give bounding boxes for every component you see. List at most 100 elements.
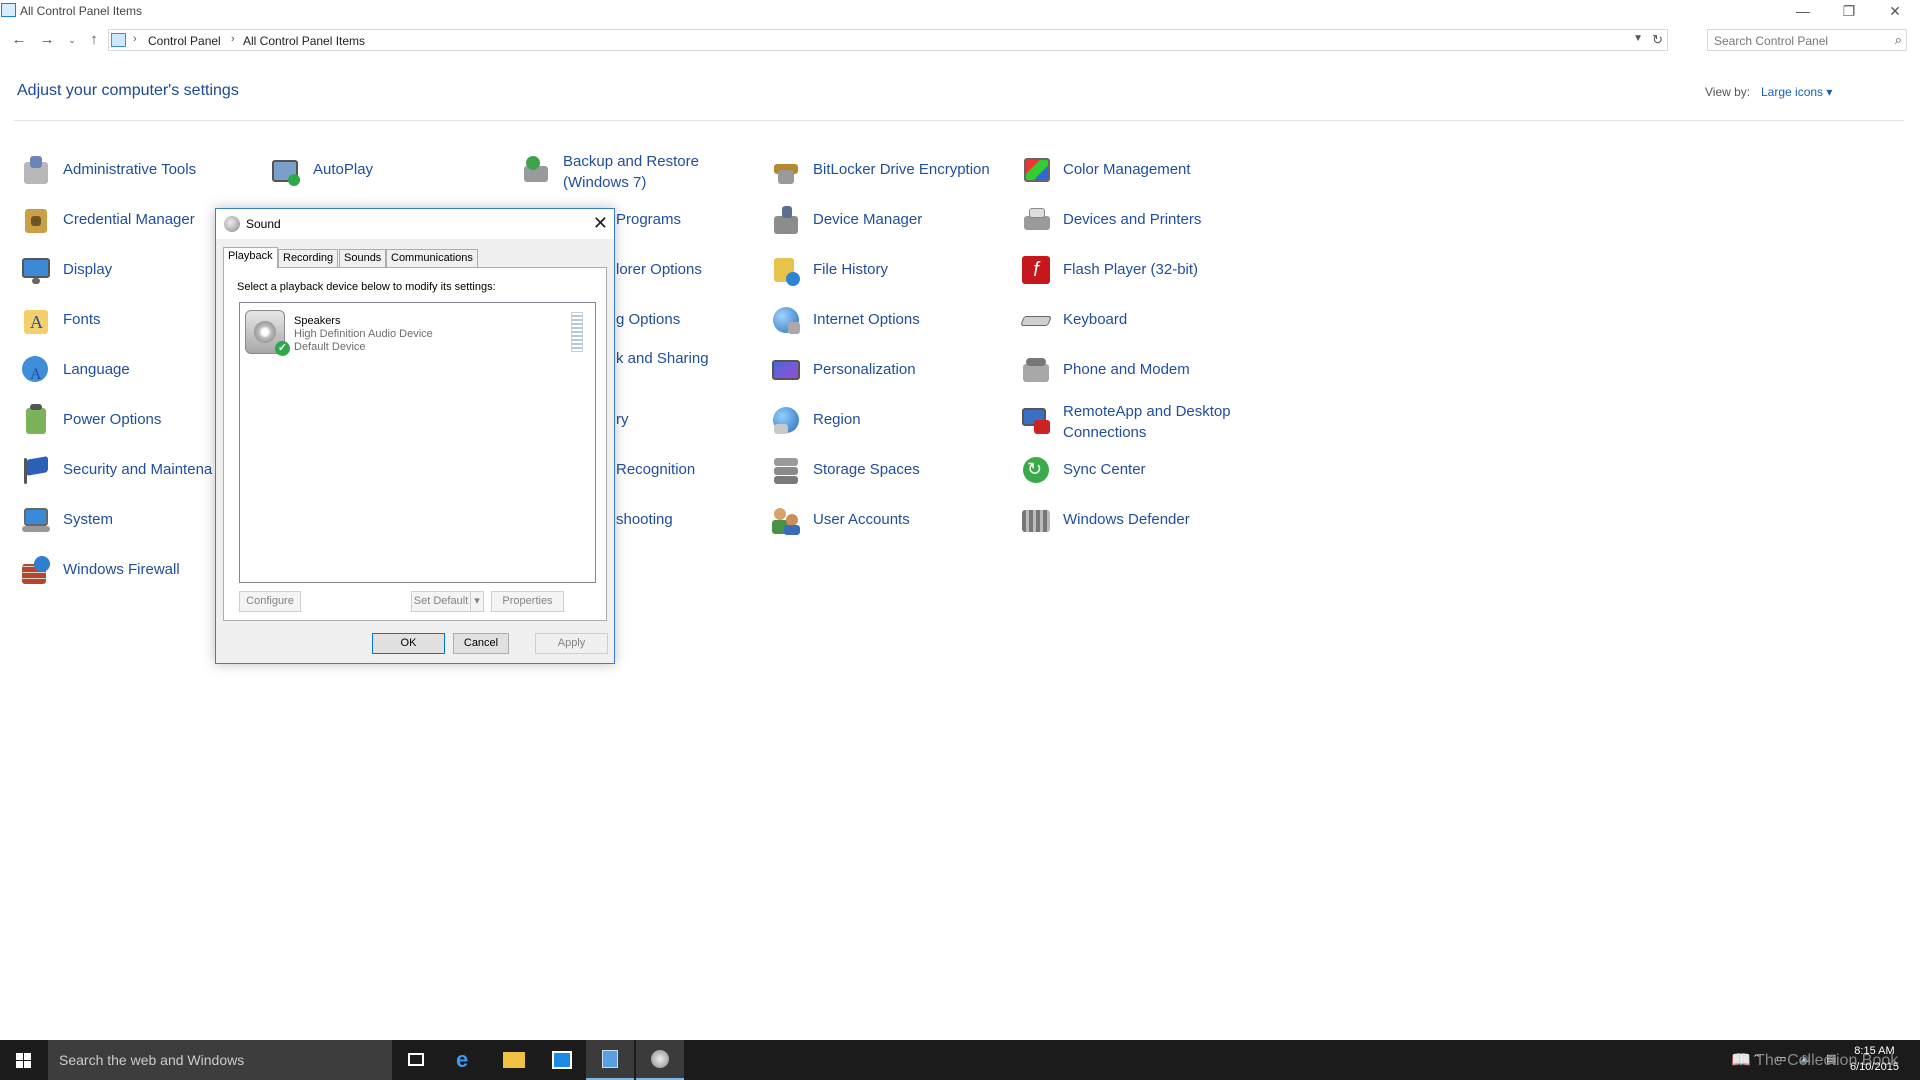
item-label: Backup and Restore (Windows 7) bbox=[563, 153, 699, 191]
chevron-right-icon: › bbox=[133, 33, 137, 45]
dialog-title-bar[interactable]: Sound ✕ bbox=[216, 209, 614, 239]
store-icon[interactable] bbox=[538, 1040, 586, 1080]
item-phone-modem[interactable]: Phone and Modem bbox=[1020, 350, 1265, 398]
address-bar[interactable]: › Control Panel › All Control Panel Item… bbox=[108, 29, 1668, 51]
windows-defender-icon bbox=[1020, 504, 1052, 536]
item-label: Credential Manager bbox=[63, 211, 195, 228]
item-administrative-tools[interactable]: Administrative Tools bbox=[20, 150, 265, 198]
forward-button[interactable]: → bbox=[37, 30, 57, 50]
file-explorer-icon[interactable] bbox=[490, 1040, 538, 1080]
clock-time: 8:15 AM bbox=[1854, 1045, 1895, 1057]
dialog-title: Sound bbox=[246, 217, 281, 231]
start-button[interactable] bbox=[0, 1040, 48, 1080]
item-backup-restore[interactable]: Backup and Restore (Windows 7) bbox=[520, 150, 765, 198]
breadcrumb-control-panel[interactable]: Control Panel bbox=[148, 34, 221, 48]
view-by-value: Large icons bbox=[1761, 85, 1824, 99]
apply-button[interactable]: Apply bbox=[535, 633, 608, 654]
file-history-icon bbox=[770, 254, 802, 286]
default-check-icon: ✓ bbox=[275, 341, 290, 356]
item-color-management[interactable]: Color Management bbox=[1020, 150, 1265, 198]
control-panel-taskbar-icon[interactable] bbox=[586, 1040, 634, 1080]
cancel-button[interactable]: Cancel bbox=[453, 633, 509, 654]
close-button[interactable]: ✕ bbox=[1872, 0, 1918, 22]
sync-center-icon: ↻ bbox=[1020, 454, 1052, 486]
item-windows-defender[interactable]: Windows Defender bbox=[1020, 500, 1265, 548]
item-autoplay[interactable]: AutoPlay bbox=[270, 150, 515, 198]
device-manager-icon bbox=[770, 204, 802, 236]
item-keyboard[interactable]: Keyboard bbox=[1020, 300, 1265, 348]
taskbar: Search the web and Windows e ⌃ ▭ 🔈 ▤ 📖 T… bbox=[0, 1040, 1920, 1080]
keyboard-icon bbox=[1020, 304, 1052, 336]
set-default-dropdown-icon[interactable]: ▾ bbox=[470, 591, 484, 612]
up-button[interactable]: ↑ bbox=[84, 30, 104, 50]
item-label: Flash Player (32-bit) bbox=[1063, 261, 1199, 278]
clock[interactable]: 8:15 AM 6/10/2015 bbox=[1850, 1043, 1899, 1075]
item-file-history[interactable]: File History bbox=[770, 250, 1015, 298]
ok-button[interactable]: OK bbox=[372, 633, 445, 654]
chevron-right-icon: › bbox=[231, 33, 235, 45]
divider bbox=[14, 120, 1904, 121]
item-label: Programs bbox=[616, 211, 682, 228]
back-button[interactable]: ← bbox=[9, 30, 29, 50]
user-accounts-icon bbox=[770, 504, 802, 536]
item-remoteapp[interactable]: RemoteApp and Desktop Connections bbox=[1020, 400, 1265, 448]
clock-date: 6/10/2015 bbox=[1850, 1061, 1899, 1073]
item-sync-center[interactable]: ↻ Sync Center bbox=[1020, 450, 1265, 498]
item-label: Power Options bbox=[63, 411, 162, 428]
device-list[interactable]: ✓ Speakers High Definition Audio Device … bbox=[239, 302, 596, 583]
configure-button[interactable]: Configure bbox=[239, 591, 301, 612]
tab-communications[interactable]: Communications bbox=[386, 249, 478, 267]
navigation-bar: ← → ⌄ ↑ › Control Panel › All Control Pa… bbox=[0, 28, 1920, 54]
chevron-down-icon[interactable]: ▼ bbox=[1633, 33, 1643, 44]
item-label: File History bbox=[813, 261, 889, 278]
taskbar-search-placeholder: Search the web and Windows bbox=[59, 1052, 245, 1068]
page-title: Adjust your computer's settings bbox=[17, 82, 239, 99]
set-default-button[interactable]: Set Default bbox=[411, 591, 471, 612]
view-by-dropdown[interactable]: Large icons ▾ bbox=[1761, 85, 1832, 99]
item-region[interactable]: Region bbox=[770, 400, 1015, 448]
edge-icon[interactable]: e bbox=[442, 1040, 490, 1080]
tab-recording[interactable]: Recording bbox=[278, 249, 339, 267]
item-personalization[interactable]: Personalization bbox=[770, 350, 1015, 398]
device-description: High Definition Audio Device bbox=[294, 328, 433, 340]
window-title: All Control Panel Items bbox=[20, 4, 143, 18]
item-bitlocker[interactable]: BitLocker Drive Encryption bbox=[770, 150, 1015, 198]
item-flash-player[interactable]: f Flash Player (32-bit) bbox=[1020, 250, 1265, 298]
item-label: AutoPlay bbox=[313, 161, 374, 178]
item-internet-options[interactable]: Internet Options bbox=[770, 300, 1015, 348]
instruction-text: Select a playback device below to modify… bbox=[237, 281, 496, 293]
power-options-icon bbox=[20, 404, 52, 436]
restore-button[interactable]: ❐ bbox=[1826, 0, 1872, 22]
view-by-label: View by: bbox=[1705, 85, 1751, 99]
item-label: Color Management bbox=[1063, 161, 1191, 178]
item-device-manager[interactable]: Device Manager bbox=[770, 200, 1015, 248]
personalization-icon bbox=[770, 354, 802, 386]
list-item[interactable]: ✓ Speakers High Definition Audio Device … bbox=[242, 305, 593, 357]
bitlocker-key-icon bbox=[770, 154, 802, 186]
tab-sounds[interactable]: Sounds bbox=[339, 249, 387, 267]
item-devices-printers[interactable]: Devices and Printers bbox=[1020, 200, 1265, 248]
recent-locations-icon[interactable]: ⌄ bbox=[62, 30, 82, 50]
breadcrumb-all-items[interactable]: All Control Panel Items bbox=[243, 34, 365, 48]
dialog-close-button[interactable]: ✕ bbox=[593, 213, 608, 234]
item-label: Keyboard bbox=[1063, 311, 1128, 328]
item-label: Recognition bbox=[616, 461, 696, 478]
item-user-accounts[interactable]: User Accounts bbox=[770, 500, 1015, 548]
item-label: k and Sharing bbox=[616, 350, 709, 367]
sound-taskbar-icon[interactable] bbox=[636, 1040, 684, 1080]
credential-manager-icon bbox=[20, 204, 52, 236]
refresh-icon[interactable]: ↻ bbox=[1652, 32, 1663, 48]
search-icon[interactable]: ⌕ bbox=[1895, 32, 1902, 48]
autoplay-icon bbox=[270, 154, 302, 186]
tab-playback[interactable]: Playback bbox=[223, 247, 278, 268]
properties-button[interactable]: Properties bbox=[491, 591, 564, 612]
search-placeholder: Search Control Panel bbox=[1714, 34, 1829, 48]
item-label: lorer Options bbox=[616, 261, 702, 278]
item-storage-spaces[interactable]: Storage Spaces bbox=[770, 450, 1015, 498]
flash-player-icon: f bbox=[1020, 254, 1052, 286]
control-panel-icon bbox=[111, 33, 126, 47]
taskbar-search-input[interactable]: Search the web and Windows bbox=[48, 1040, 392, 1080]
search-input[interactable]: Search Control Panel ⌕ bbox=[1707, 29, 1907, 51]
minimize-button[interactable]: — bbox=[1780, 0, 1826, 22]
task-view-icon[interactable] bbox=[392, 1040, 440, 1080]
